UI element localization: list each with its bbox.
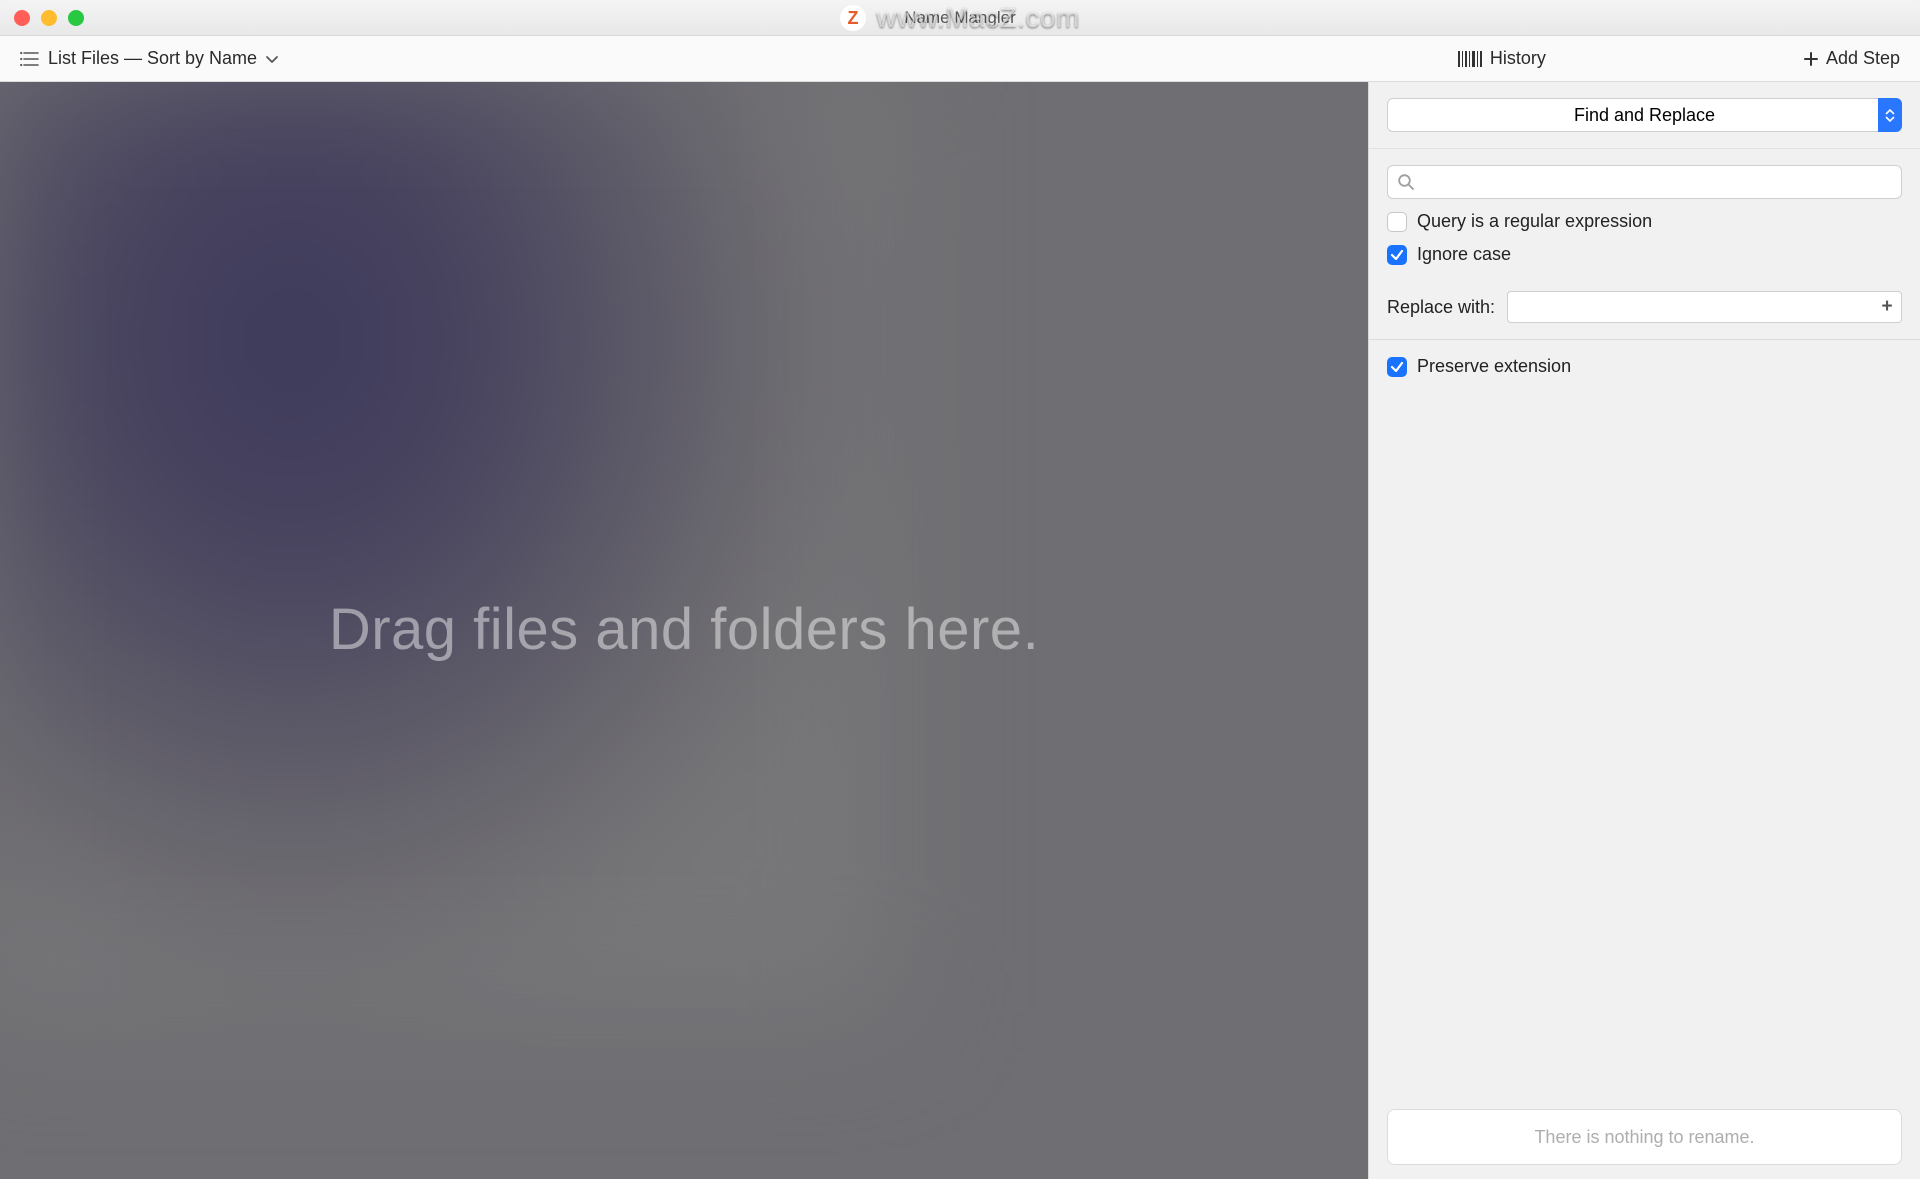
minimize-window-button[interactable]: [41, 10, 57, 26]
add-step-button[interactable]: Add Step: [1798, 44, 1906, 73]
file-drop-zone[interactable]: Drag files and folders here.: [0, 82, 1368, 1179]
dropzone-background: [0, 82, 890, 1012]
regex-label: Query is a regular expression: [1417, 211, 1652, 232]
preserve-extension-checkbox-row[interactable]: Preserve extension: [1387, 356, 1902, 377]
toolbar: List Files — Sort by Name: [0, 36, 1920, 82]
add-step-label: Add Step: [1826, 48, 1900, 69]
preserve-extension-label: Preserve extension: [1417, 356, 1571, 377]
regex-checkbox[interactable]: [1387, 212, 1407, 232]
action-select[interactable]: Find and Replace: [1387, 98, 1902, 132]
preserve-extension-checkbox[interactable]: [1387, 357, 1407, 377]
replace-row: Replace with: +: [1387, 291, 1902, 323]
rename-button[interactable]: There is nothing to rename.: [1387, 1109, 1902, 1165]
replace-with-input[interactable]: [1507, 291, 1902, 323]
watermark: Z www.MacZ.com: [0, 2, 1920, 34]
list-files-label: List Files — Sort by Name: [48, 48, 257, 69]
history-button[interactable]: History: [1452, 44, 1552, 73]
titlebar: Name Mangler Z www.MacZ.com: [0, 0, 1920, 36]
plus-icon: +: [1881, 296, 1892, 318]
ignore-case-checkbox-row[interactable]: Ignore case: [1387, 244, 1902, 265]
watermark-logo-icon: Z: [840, 5, 866, 31]
ignore-case-checkbox[interactable]: [1387, 245, 1407, 265]
sidebar: Find and Replace: [1368, 82, 1920, 1179]
barcode-icon: [1458, 51, 1482, 67]
search-wrap: [1387, 165, 1902, 199]
regex-checkbox-row[interactable]: Query is a regular expression: [1387, 211, 1902, 232]
rename-button-label: There is nothing to rename.: [1534, 1127, 1754, 1148]
plus-icon: [1804, 52, 1818, 66]
watermark-text: www.MacZ.com: [876, 2, 1080, 34]
insert-token-button[interactable]: +: [1876, 296, 1898, 318]
history-label: History: [1490, 48, 1546, 69]
close-window-button[interactable]: [14, 10, 30, 26]
list-icon: [20, 51, 40, 67]
search-icon: [1397, 173, 1415, 191]
window-controls: [14, 10, 84, 26]
action-section: Find and Replace: [1369, 82, 1920, 149]
list-files-sort-button[interactable]: List Files — Sort by Name: [14, 44, 285, 73]
replace-with-label: Replace with:: [1387, 297, 1495, 318]
dropzone-hint: Drag files and folders here.: [329, 596, 1039, 663]
zoom-window-button[interactable]: [68, 10, 84, 26]
action-select-wrap[interactable]: Find and Replace: [1387, 98, 1902, 132]
search-input[interactable]: [1387, 165, 1902, 199]
preserve-extension-section: Preserve extension: [1369, 340, 1920, 393]
ignore-case-label: Ignore case: [1417, 244, 1511, 265]
window-title: Name Mangler: [0, 8, 1920, 28]
main-area: Drag files and folders here. Find and Re…: [0, 82, 1920, 1179]
chevron-down-icon: [265, 54, 279, 64]
find-options-section: Query is a regular expression Ignore cas…: [1369, 149, 1920, 340]
